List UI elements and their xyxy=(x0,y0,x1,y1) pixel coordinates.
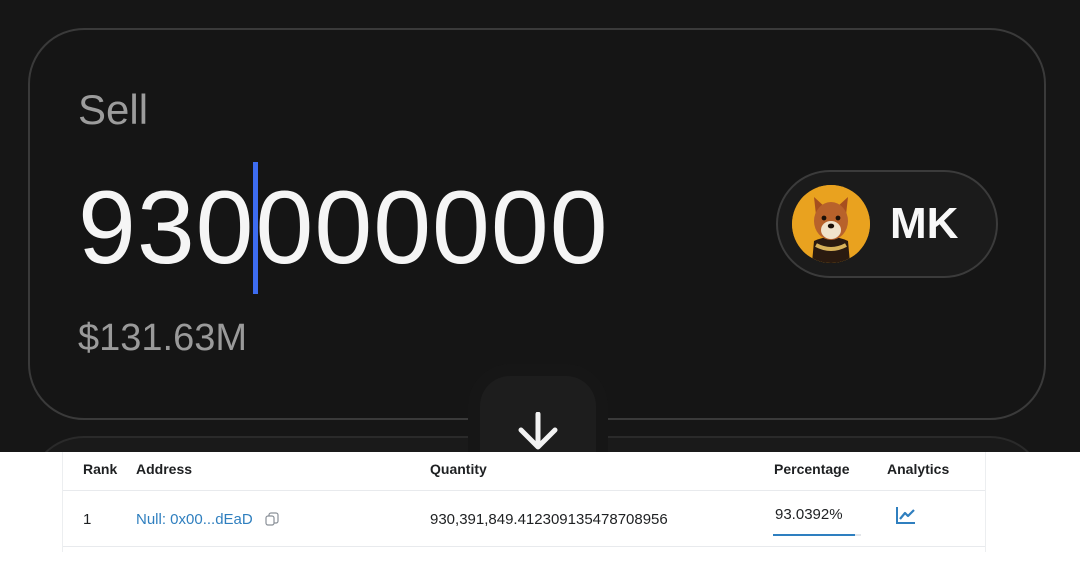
token-avatar xyxy=(792,185,870,263)
percentage-bar-fill xyxy=(773,534,855,536)
table-header: Rank Address Quantity Percentage Analyti… xyxy=(63,452,985,491)
percentage-cell: 93.0392% xyxy=(775,506,843,523)
copy-icon[interactable] xyxy=(265,512,279,530)
percentage-header: Percentage xyxy=(774,461,850,477)
analytics-header: Analytics xyxy=(887,461,950,477)
arrow-down-icon xyxy=(518,412,558,450)
usd-value: $131.63M xyxy=(78,317,248,359)
address-cell: Null: 0x00...dEaD xyxy=(136,511,279,530)
sell-card: Sell 930 000000 $131.63M MK xyxy=(28,28,1046,420)
rank-header: Rank xyxy=(83,461,118,477)
amount-before-caret: 930 xyxy=(78,170,255,286)
quantity-cell: 930,391,849.412309135478708956 xyxy=(430,511,668,528)
holders-table: Rank Address Quantity Percentage Analyti… xyxy=(62,452,986,552)
analytics-chart-icon[interactable] xyxy=(895,505,917,529)
table-row: 1 Null: 0x00...dEaD 930,391,849.41230913… xyxy=(63,491,985,547)
address-header: Address xyxy=(136,461,193,477)
sell-label: Sell xyxy=(78,86,149,133)
quantity-header: Quantity xyxy=(430,461,487,477)
swap-panel: Sell 930 000000 $131.63M MK xyxy=(0,0,1080,496)
sell-amount-input[interactable]: 930 000000 xyxy=(78,158,609,298)
percentage-bar xyxy=(773,534,861,536)
holders-section: Rank Address Quantity Percentage Analyti… xyxy=(0,452,1080,586)
address-link[interactable]: Null: 0x00...dEaD xyxy=(136,511,253,528)
token-selector-button[interactable]: MK xyxy=(776,170,998,278)
rank-cell: 1 xyxy=(83,511,92,528)
amount-after-caret: 000000 xyxy=(255,170,609,286)
token-symbol: MK xyxy=(890,199,959,248)
